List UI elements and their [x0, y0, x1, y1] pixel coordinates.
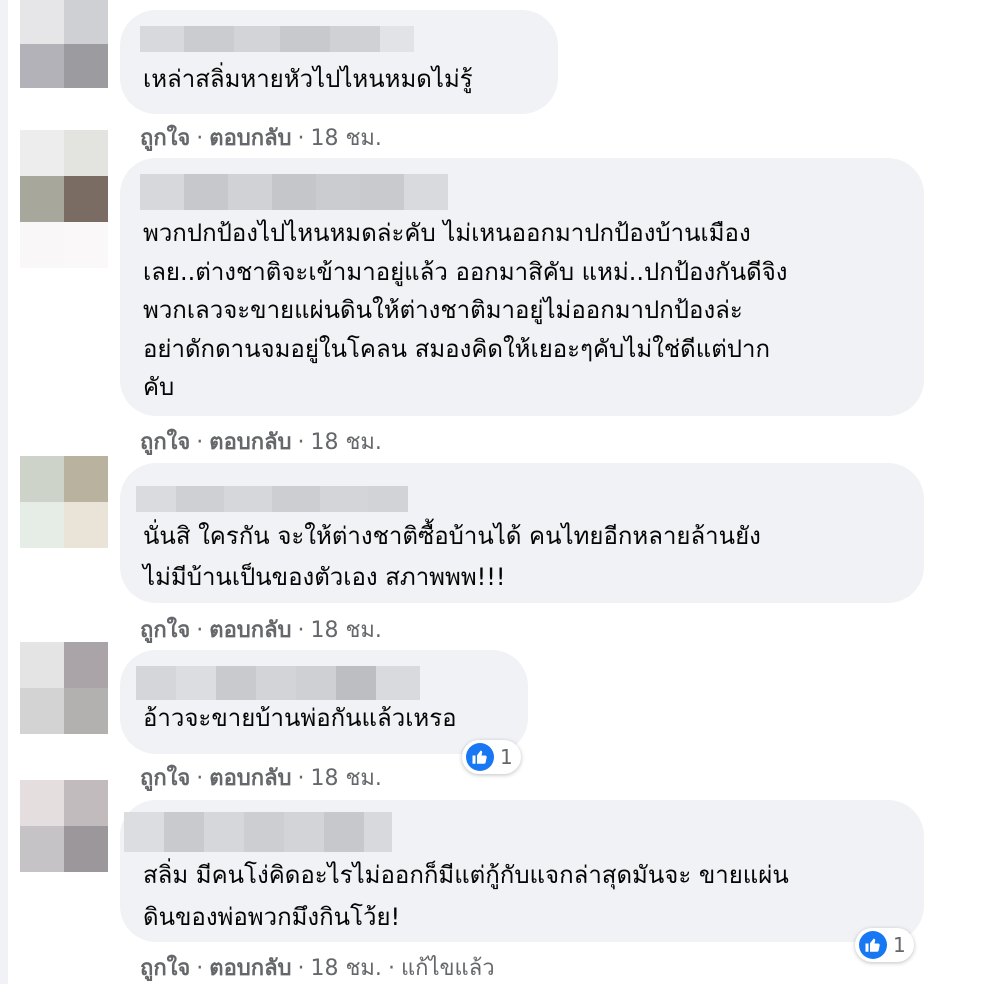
reply-link[interactable]: ตอบกลับ	[209, 766, 291, 791]
author-name-redacted[interactable]	[136, 666, 420, 700]
comment-text: อ้าวจะขายบ้านพ่อกันแล้วเหรอ	[143, 704, 457, 732]
comment-text: สลิ่ม มีคนโง่คิดอะไรไม่ออกก็มีแต่กู้กับแ…	[143, 861, 789, 931]
like-link[interactable]: ถูกใจ	[140, 126, 190, 151]
avatar[interactable]	[20, 780, 108, 872]
avatar[interactable]	[20, 0, 108, 88]
comment-actions: ถูกใจ · ตอบกลับ · 18 ชม.	[140, 766, 382, 791]
like-link[interactable]: ถูกใจ	[140, 430, 190, 455]
timestamp[interactable]: 18 ชม.	[311, 766, 382, 791]
left-border	[0, 0, 8, 984]
timestamp[interactable]: 18 ชม.	[311, 430, 382, 455]
author-name-redacted[interactable]	[124, 812, 392, 852]
reaction-badge[interactable]: 1	[855, 928, 914, 962]
comment-actions: ถูกใจ · ตอบกลับ · 18 ชม.	[140, 430, 382, 455]
comment-actions: ถูกใจ · ตอบกลับ · 18 ชม. · แก้ไขแล้ว	[140, 956, 495, 981]
like-link[interactable]: ถูกใจ	[140, 766, 190, 791]
reaction-count: 1	[500, 745, 513, 769]
comment-actions: ถูกใจ · ตอบกลับ · 18 ชม.	[140, 126, 382, 151]
reply-link[interactable]: ตอบกลับ	[209, 956, 291, 981]
author-name-redacted[interactable]	[140, 26, 414, 52]
avatar[interactable]	[20, 130, 108, 222]
reply-link[interactable]: ตอบกลับ	[209, 430, 291, 455]
comment-text: นั่นสิ ใครกัน จะให้ต่างชาติซื้อบ้านได้ ค…	[143, 522, 761, 591]
comment-actions: ถูกใจ · ตอบกลับ · 18 ชม.	[140, 618, 382, 643]
like-link[interactable]: ถูกใจ	[140, 618, 190, 643]
author-name-redacted[interactable]	[136, 486, 408, 512]
avatar[interactable]	[20, 456, 108, 548]
edited-label[interactable]: แก้ไขแล้ว	[401, 956, 495, 981]
thumbs-up-icon	[859, 931, 887, 959]
timestamp[interactable]: 18 ชม.	[311, 956, 382, 981]
reply-link[interactable]: ตอบกลับ	[209, 618, 291, 643]
comment-text: เหล่าสลิ่มหายหัวไปไหนหมดไม่รู้	[143, 65, 473, 93]
timestamp[interactable]: 18 ชม.	[311, 126, 382, 151]
thumbs-up-icon	[466, 743, 494, 771]
timestamp[interactable]: 18 ชม.	[311, 618, 382, 643]
author-name-redacted[interactable]	[140, 174, 448, 210]
reaction-count: 1	[893, 933, 906, 957]
avatar[interactable]	[20, 642, 108, 734]
comment-text: พวกปกป้องไปไหนหมดล่ะคับ ไม่เหนออกมาปกป้อ…	[143, 219, 788, 401]
avatar-lower	[20, 222, 108, 268]
like-link[interactable]: ถูกใจ	[140, 956, 190, 981]
reply-link[interactable]: ตอบกลับ	[209, 126, 291, 151]
reaction-badge[interactable]: 1	[462, 740, 521, 774]
